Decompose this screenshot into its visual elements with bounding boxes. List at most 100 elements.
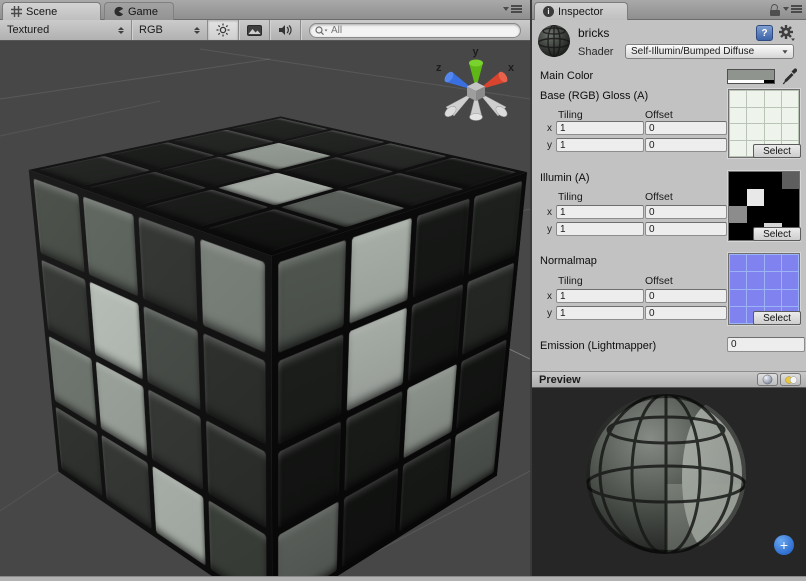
draw-mode-label: Textured — [7, 24, 49, 36]
tile-cell — [468, 181, 522, 275]
scene-audio-toggle[interactable] — [270, 20, 300, 40]
tiling-header: Tiling — [558, 275, 583, 287]
main-color-label: Main Color — [540, 70, 593, 82]
window-bottom-edge — [0, 576, 806, 581]
tiling-header: Tiling — [558, 109, 583, 121]
base-offset-x-field[interactable] — [645, 121, 727, 135]
shader-label: Shader — [578, 46, 613, 58]
tab-scene[interactable]: Scene — [2, 2, 101, 20]
tile-cell — [782, 124, 798, 140]
help-icon[interactable]: ? — [756, 25, 773, 41]
scene-viewport[interactable]: y x z — [0, 41, 530, 576]
tile-cell — [782, 172, 800, 189]
updown-icon — [118, 27, 124, 34]
search-input[interactable] — [331, 25, 481, 36]
shader-dropdown[interactable]: Self-Illumin/Bumped Diffuse — [625, 44, 794, 59]
tile-cell — [730, 141, 746, 157]
scene-pane-menu[interactable] — [503, 5, 522, 13]
gizmo-y-label: y — [473, 46, 480, 58]
tile-cell — [782, 255, 798, 271]
tile-cell — [730, 307, 746, 323]
preview-sphere — [584, 392, 748, 556]
illumin-tiling-x-field[interactable] — [556, 205, 644, 219]
illumin-offset-y-field[interactable] — [645, 222, 727, 236]
scene-search-field[interactable] — [309, 23, 521, 38]
illumin-offset-x-field[interactable] — [645, 205, 727, 219]
x-row-label: x — [547, 207, 552, 218]
scene-render-paths-toggle[interactable] — [239, 20, 269, 40]
tile-cell — [83, 196, 138, 296]
normalmap-select-button[interactable]: Select — [753, 311, 801, 325]
tile-cell — [730, 290, 746, 306]
scene-lighting-toggle[interactable] — [208, 20, 238, 40]
base-tiling-x-field[interactable] — [556, 121, 644, 135]
search-icon — [315, 26, 328, 36]
tab-game[interactable]: Game — [104, 2, 174, 20]
tile-cell — [747, 206, 765, 223]
tile-cell — [278, 240, 346, 353]
color-mode-dropdown[interactable]: RGB — [132, 20, 207, 40]
menu-icon — [511, 5, 522, 13]
material-name: bricks — [578, 26, 609, 40]
updown-icon — [194, 27, 200, 34]
eyedropper-icon[interactable] — [782, 65, 797, 85]
tab-inspector-label: Inspector — [558, 6, 603, 18]
orientation-gizmo[interactable]: y x z — [428, 41, 524, 133]
offset-header: Offset — [645, 191, 673, 203]
inspector-pane-menu[interactable] — [783, 5, 802, 13]
offset-header: Offset — [645, 275, 673, 287]
tab-inspector[interactable]: i Inspector — [534, 2, 628, 20]
illumin-select-button[interactable]: Select — [753, 227, 801, 241]
tile-cell — [747, 272, 763, 288]
base-select-button[interactable]: Select — [753, 144, 801, 158]
unity-editor-window: Scene Game Textured RGB — [0, 0, 806, 581]
lock-icon — [770, 4, 780, 16]
tile-cell — [747, 108, 763, 124]
add-icon[interactable]: + — [774, 535, 794, 555]
inspector-tabbar: i Inspector — [532, 0, 806, 20]
normalmap-section-label: Normalmap — [540, 255, 597, 267]
tile-cell — [729, 206, 747, 223]
preview-lighting-button[interactable] — [780, 373, 801, 386]
tile-cell — [729, 189, 747, 206]
tile-cell — [747, 290, 763, 306]
menu-icon — [791, 5, 802, 13]
base-tiling-y-field[interactable] — [556, 138, 644, 152]
normalmap-offset-x-field[interactable] — [645, 289, 727, 303]
tile-cell — [747, 124, 763, 140]
illumin-tiling-y-field[interactable] — [556, 222, 644, 236]
gizmo-center-cube — [467, 82, 485, 101]
normalmap-tiling-y-field[interactable] — [556, 306, 644, 320]
preview-sphere-button[interactable] — [757, 373, 778, 386]
tile-cell — [765, 124, 781, 140]
shader-value: Self-Illumin/Bumped Diffuse — [631, 46, 754, 57]
tile-cell — [730, 272, 746, 288]
brick-cube[interactable] — [112, 167, 442, 497]
sun-icon — [216, 23, 230, 37]
offset-header: Offset — [645, 109, 673, 121]
y-row-label: y — [547, 308, 552, 319]
tile-cell — [765, 272, 781, 288]
y-row-label: y — [547, 140, 552, 151]
preview-title: Preview — [539, 374, 581, 386]
tab-game-label: Game — [128, 6, 158, 18]
main-color-swatch[interactable] — [727, 69, 775, 84]
tile-cell — [747, 172, 765, 189]
tile-cell — [782, 272, 798, 288]
material-preview-area[interactable]: + — [532, 388, 806, 576]
normalmap-offset-y-field[interactable] — [645, 306, 727, 320]
speaker-icon — [278, 24, 292, 36]
draw-mode-dropdown[interactable]: Textured — [0, 20, 131, 40]
preview-lights-button-icon — [784, 375, 798, 385]
game-icon — [113, 6, 124, 17]
preview-header[interactable]: Preview — [532, 371, 806, 388]
tile-cell — [730, 255, 746, 271]
emission-field[interactable] — [727, 337, 805, 352]
tile-cell — [782, 290, 798, 306]
tile-cell — [765, 290, 781, 306]
main-color-alpha-bar — [728, 80, 774, 83]
normalmap-tiling-x-field[interactable] — [556, 289, 644, 303]
gear-icon[interactable] — [778, 24, 796, 42]
inspector-lock[interactable] — [770, 4, 780, 16]
base-offset-y-field[interactable] — [645, 138, 727, 152]
